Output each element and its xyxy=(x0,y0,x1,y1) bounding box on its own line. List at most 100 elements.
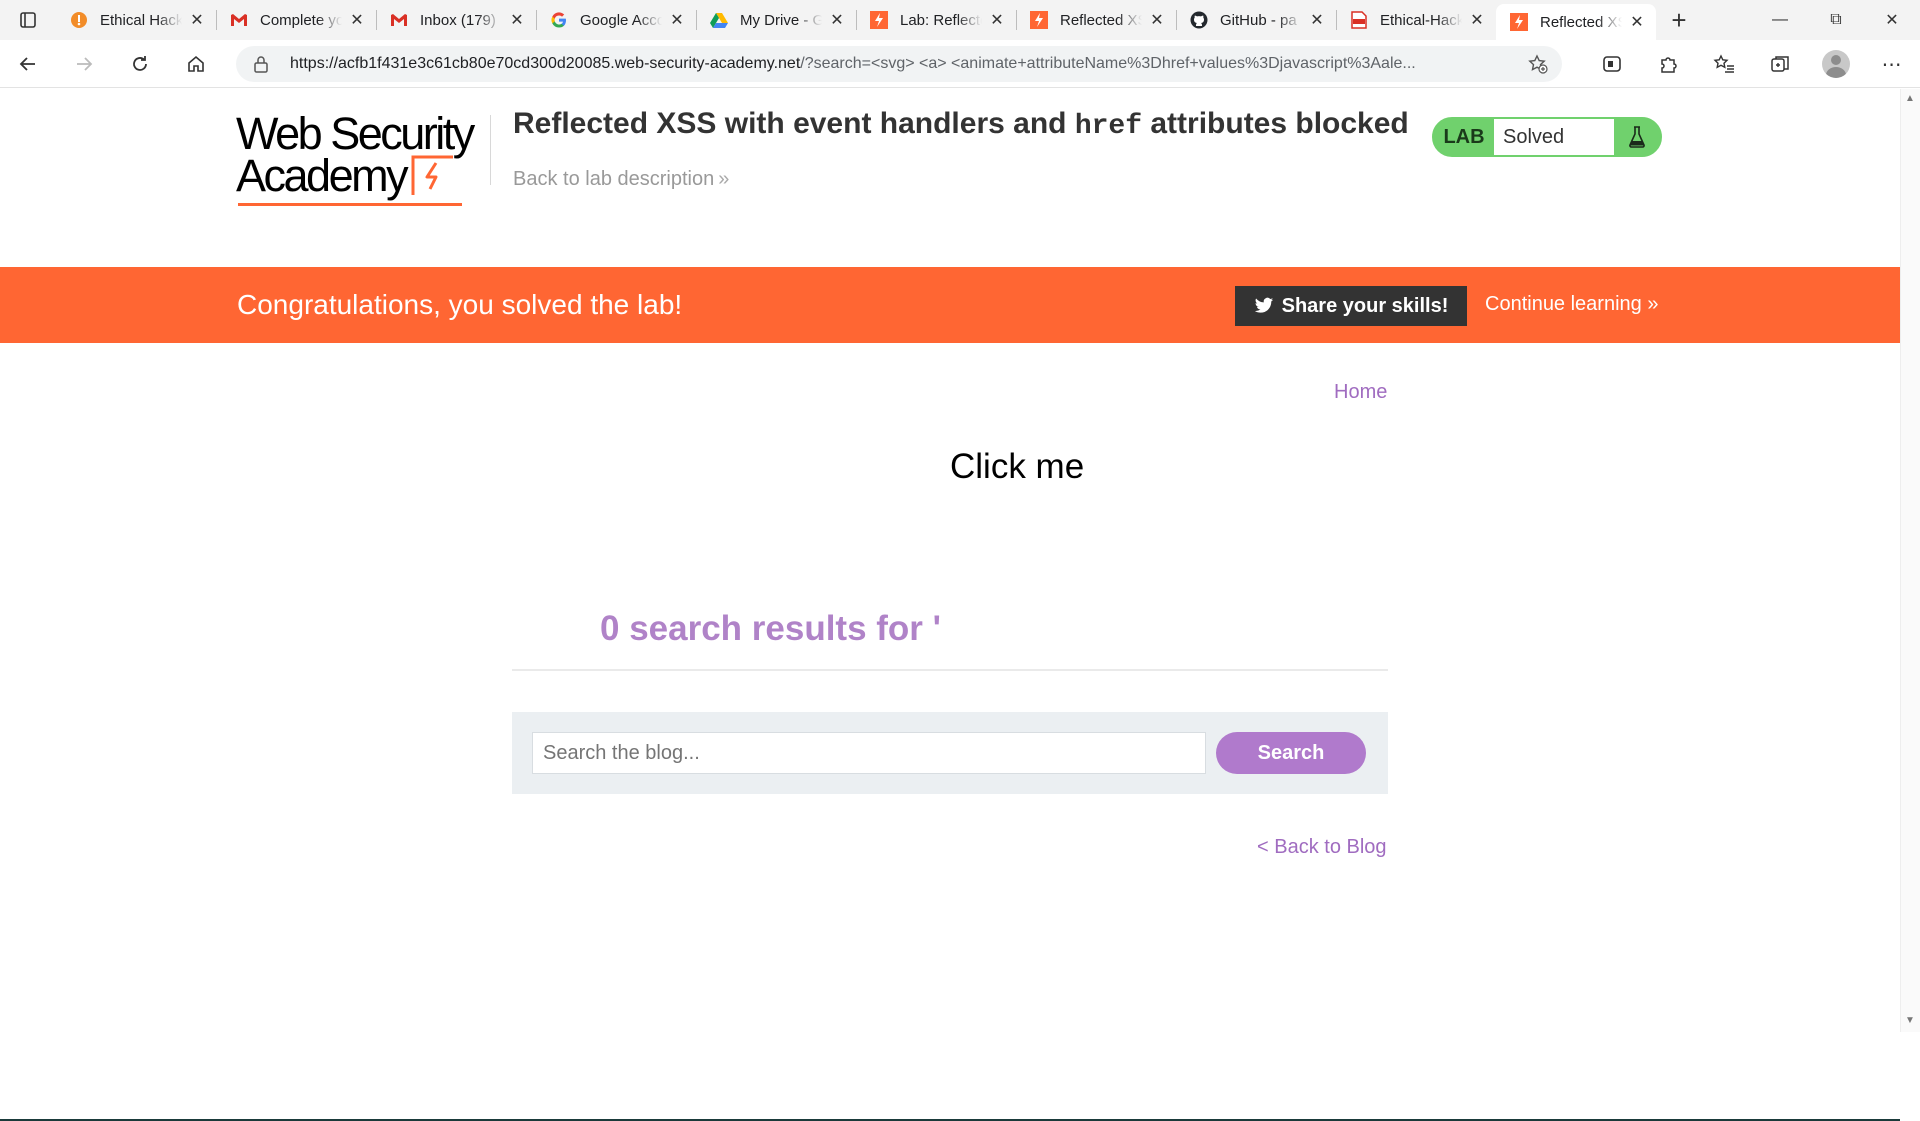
logo-line-2-row: Academy xyxy=(236,153,496,198)
tab-title: Google Account xyxy=(580,11,662,29)
tab-actions-button[interactable] xyxy=(0,0,56,40)
back-to-blog-link[interactable]: < Back to Blog xyxy=(1257,836,1387,859)
window-controls: — ⧉ ✕ xyxy=(1752,0,1920,40)
extension-app-icon xyxy=(1603,56,1621,72)
gmail-icon xyxy=(230,11,248,29)
url-host: https://acfb1f431e3c61cb80e70cd300d20085… xyxy=(290,55,801,72)
double-chevron-right-icon: » xyxy=(1647,293,1659,315)
extensions-button[interactable] xyxy=(1640,40,1696,88)
web-security-academy-logo[interactable]: Web Security Academy xyxy=(236,108,496,213)
browser-tab-7[interactable]: GitHub - pa ✕ xyxy=(1176,0,1336,40)
gmail-icon xyxy=(390,11,408,29)
close-window-button[interactable]: ✕ xyxy=(1864,0,1920,40)
minimize-button[interactable]: — xyxy=(1752,0,1808,40)
continue-learning-link[interactable]: Continue learning » xyxy=(1485,293,1658,316)
reload-icon xyxy=(133,55,147,71)
close-icon[interactable]: ✕ xyxy=(1308,10,1326,30)
search-form: Search xyxy=(512,712,1388,794)
pdf-icon xyxy=(1350,11,1368,29)
share-skills-button[interactable]: Share your skills! xyxy=(1235,286,1467,326)
page-scrollbar[interactable]: ▲ ▼ xyxy=(1900,89,1920,1032)
twitter-icon xyxy=(1254,297,1273,313)
search-results-heading: 0 search results for ' xyxy=(600,609,941,648)
browser-tab-5[interactable]: Lab: Reflected ✕ xyxy=(856,0,1016,40)
browser-tab-9[interactable]: Reflected XSS ✕ xyxy=(1496,4,1656,40)
close-icon[interactable]: ✕ xyxy=(508,10,526,30)
restore-button[interactable]: ⧉ xyxy=(1808,0,1864,40)
tab-title: Reflected XSS xyxy=(1060,11,1142,29)
scroll-down-arrow-icon[interactable]: ▼ xyxy=(1905,1015,1915,1026)
click-me-link[interactable]: Click me xyxy=(950,447,1084,487)
tab-title: GitHub - pa xyxy=(1220,11,1297,29)
address-bar[interactable]: https://acfb1f431e3c61cb80e70cd300d20085… xyxy=(236,46,1562,82)
toolbar-extensions: ⋯ xyxy=(1584,40,1920,88)
browser-tab-6[interactable]: Reflected XSS ✕ xyxy=(1016,0,1176,40)
close-icon[interactable]: ✕ xyxy=(1148,10,1166,30)
close-icon[interactable]: ✕ xyxy=(348,10,366,30)
close-icon[interactable]: ✕ xyxy=(668,10,686,30)
new-tab-button[interactable]: + xyxy=(1656,0,1702,40)
browser-tab-bar: Ethical Hacking✕Complete your✕Inbox (179… xyxy=(0,0,1920,40)
portswigger-icon xyxy=(1510,13,1528,31)
settings-menu-button[interactable]: ⋯ xyxy=(1864,40,1920,88)
lab-title-text-2: attributes blocked xyxy=(1142,107,1409,140)
browser-tab-1[interactable]: Complete your ✕ xyxy=(216,0,376,40)
continue-learning-label: Continue learning xyxy=(1485,293,1642,315)
lab-status-badge: LAB Solved xyxy=(1432,117,1662,157)
lock-icon[interactable] xyxy=(254,55,274,73)
home-icon xyxy=(188,55,204,72)
congratulations-message: Congratulations, you solved the lab! xyxy=(237,289,683,320)
header-divider xyxy=(490,115,491,185)
solved-banner: Congratulations, you solved the lab! Sha… xyxy=(0,267,1900,343)
lab-title-text-1: Reflected XSS with event handlers and xyxy=(513,107,1075,140)
close-icon[interactable]: ✕ xyxy=(988,10,1006,30)
portswigger-icon xyxy=(870,11,888,29)
lab-label: LAB xyxy=(1443,125,1485,148)
close-icon[interactable]: ✕ xyxy=(1628,12,1646,32)
flask-icon xyxy=(1614,126,1660,148)
home-button[interactable] xyxy=(168,40,224,88)
reload-button[interactable] xyxy=(112,40,168,88)
tab-title: Complete your xyxy=(260,11,342,29)
browser-tab-4[interactable]: My Drive - Goo ✕ xyxy=(696,0,856,40)
close-icon[interactable]: ✕ xyxy=(1468,10,1486,30)
arrow-left-icon xyxy=(19,56,35,71)
browser-tab-0[interactable]: Ethical Hacking ✕ xyxy=(56,0,216,40)
tab-title: Reflected XSS xyxy=(1540,13,1622,31)
more-icon: ⋯ xyxy=(1881,53,1903,76)
logo-line-1: Web Security xyxy=(236,108,475,159)
browser-tab-8[interactable]: Ethical-Hacki ✕ xyxy=(1336,0,1496,40)
page-content: Web Security Academy Reflected XSS with … xyxy=(0,89,1900,1121)
collections-icon xyxy=(1771,56,1789,72)
arrow-right-icon xyxy=(77,56,93,71)
favorites-button[interactable] xyxy=(1696,40,1752,88)
tab-title: Ethical-Hacki xyxy=(1380,11,1462,29)
collections-button[interactable] xyxy=(1752,40,1808,88)
logo-underline xyxy=(238,203,462,206)
url-path: /?search=<svg> <a> <animate+attributeNam… xyxy=(800,55,1416,72)
tab-title: My Drive - Goo xyxy=(740,11,822,29)
url-text[interactable]: https://acfb1f431e3c61cb80e70cd300d20085… xyxy=(290,55,1520,73)
avatar xyxy=(1822,50,1850,78)
divider xyxy=(512,669,1388,671)
close-icon[interactable]: ✕ xyxy=(188,10,206,30)
home-link[interactable]: Home xyxy=(1334,381,1387,404)
search-input[interactable] xyxy=(532,732,1206,774)
search-button[interactable]: Search xyxy=(1216,732,1366,774)
browser-toolbar: https://acfb1f431e3c61cb80e70cd300d20085… xyxy=(0,40,1920,88)
torch-icon xyxy=(70,11,88,29)
tab-title: Lab: Reflected xyxy=(900,11,982,29)
tab-title: Ethical Hacking xyxy=(100,11,182,29)
scroll-up-arrow-icon[interactable]: ▲ xyxy=(1905,93,1915,104)
back-button[interactable] xyxy=(0,40,56,88)
forward-button[interactable] xyxy=(56,40,112,88)
close-icon[interactable]: ✕ xyxy=(828,10,846,30)
lab-title-code: href xyxy=(1074,111,1143,142)
profile-button[interactable] xyxy=(1808,40,1864,88)
add-favorite-icon[interactable] xyxy=(1528,54,1548,79)
portswigger-icon xyxy=(1030,11,1048,29)
browser-tab-2[interactable]: Inbox (179) ✕ xyxy=(376,0,536,40)
collections-extension-button[interactable] xyxy=(1584,40,1640,88)
browser-tab-3[interactable]: Google Account ✕ xyxy=(536,0,696,40)
back-to-lab-description-link[interactable]: Back to lab description» xyxy=(513,168,729,191)
